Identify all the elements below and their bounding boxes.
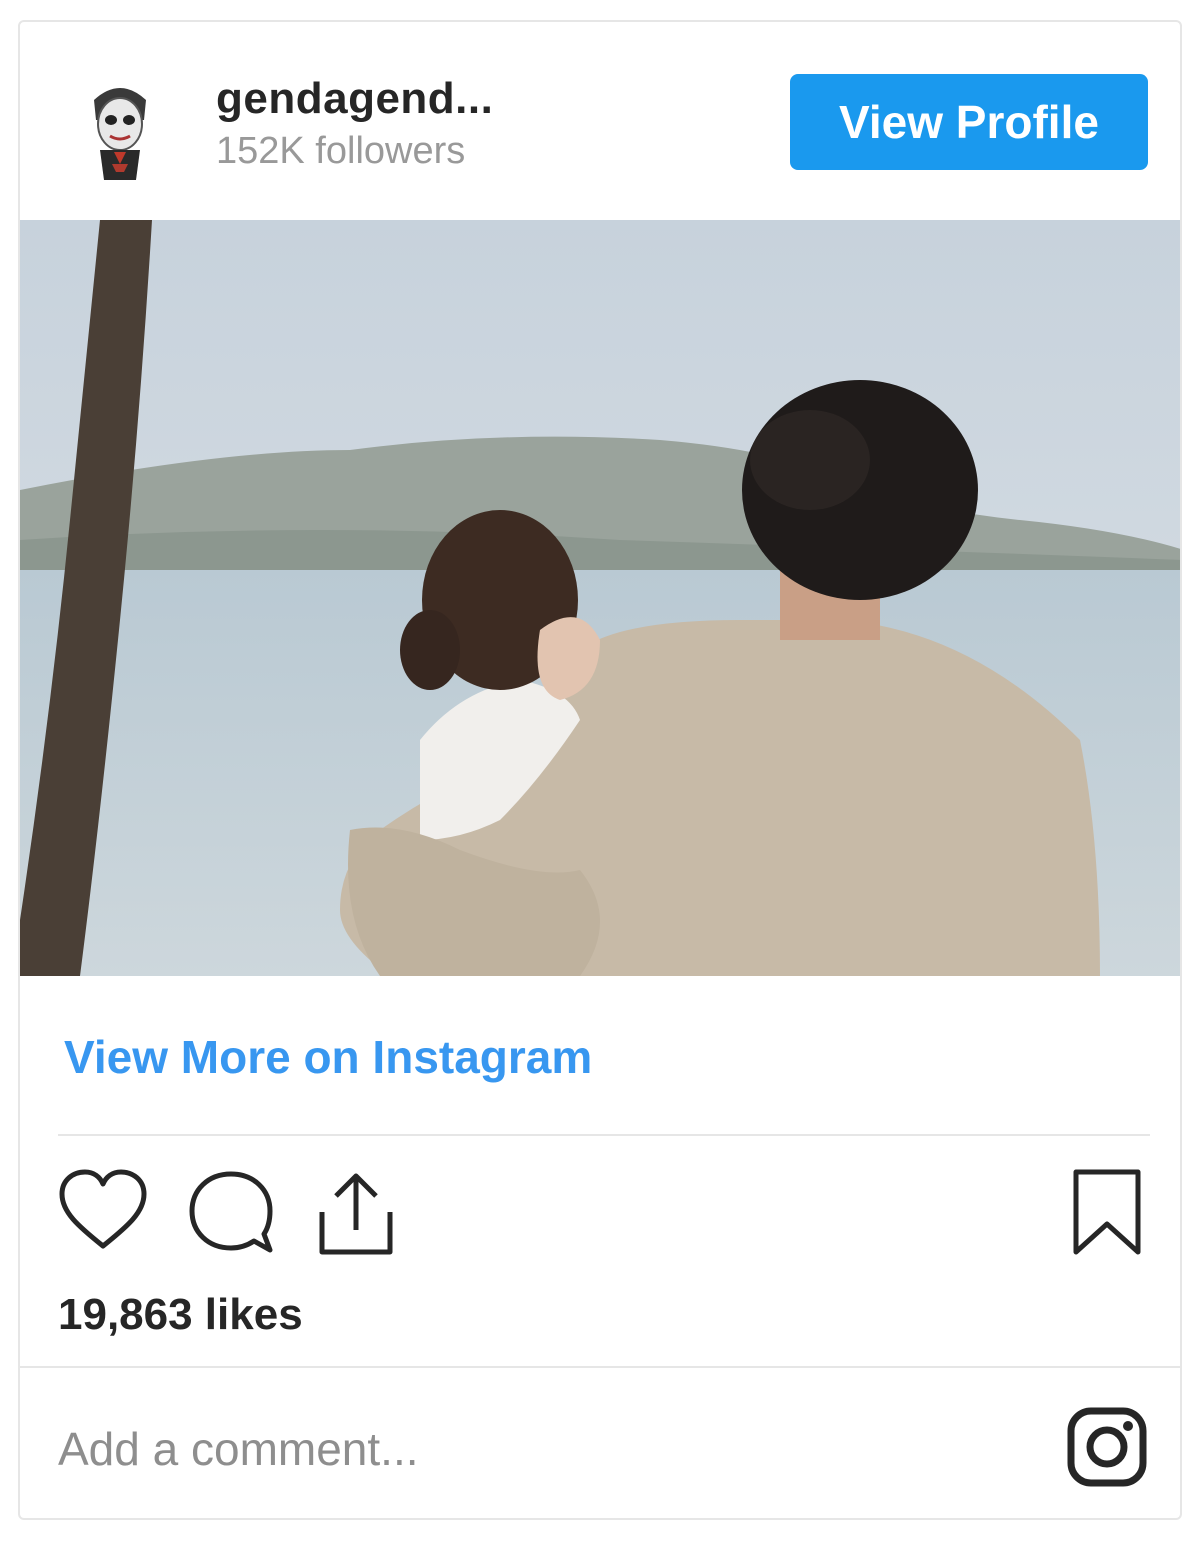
skull-mask-icon <box>94 88 146 180</box>
followers-count: 152K followers <box>216 130 466 172</box>
share-icon[interactable] <box>314 1168 398 1263</box>
avatar[interactable] <box>84 80 156 188</box>
likes-count: 19,863 likes <box>58 1290 303 1339</box>
instagram-embed-card: gendagend... 152K followers View Profile <box>18 20 1182 1520</box>
username[interactable]: gendagend... <box>216 74 493 124</box>
divider <box>20 1366 1180 1368</box>
divider <box>58 1134 1150 1136</box>
view-profile-button[interactable]: View Profile <box>790 74 1148 170</box>
bookmark-icon[interactable] <box>1070 1168 1144 1263</box>
couple-photo-image <box>20 220 1180 976</box>
heart-icon[interactable] <box>58 1168 148 1257</box>
add-comment-input[interactable] <box>58 1414 958 1484</box>
post-photo[interactable] <box>20 220 1180 976</box>
view-more-on-instagram-link[interactable]: View More on Instagram <box>64 1030 592 1084</box>
instagram-icon[interactable] <box>1066 1406 1148 1493</box>
comment-icon[interactable] <box>186 1168 276 1261</box>
